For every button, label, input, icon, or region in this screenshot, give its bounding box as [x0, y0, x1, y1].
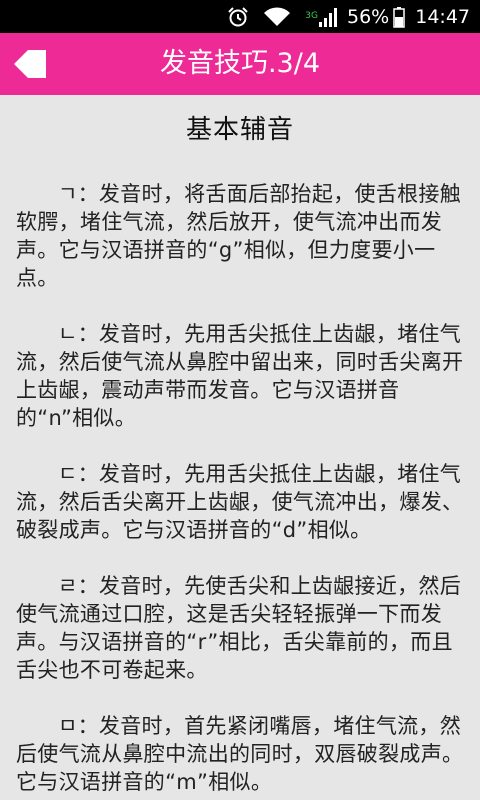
paragraph-m: ㅁ：发音时，首先紧闭嘴唇，堵住气流，然后使气流从鼻腔中流出的同时，双唇破裂成声。… — [16, 714, 464, 794]
paragraph-d: ㄷ：发音时，先用舌尖抵住上齿龈，堵住气流，然后舌尖离开上齿龈，使气流冲出，爆发、… — [16, 462, 464, 542]
screen-title: 发音技巧.3/4 — [159, 48, 321, 79]
alarm-icon — [227, 6, 249, 28]
clock: 14:47 — [415, 5, 470, 28]
content-heading: 基本辅音 — [185, 115, 294, 145]
paragraph-g: ㄱ：发音时，将舌面后部抬起，使舌根接触软腭，堵住气流，然后放开，使气流冲出而发声… — [16, 182, 462, 290]
status-bar: 3G 56% 14:47 — [0, 0, 480, 33]
battery-icon — [393, 6, 405, 28]
paragraph-n: ㄴ：发音时，先用舌尖抵住上齿龈，堵住气流，然后使气流从鼻腔中留出来，同时舌尖离开… — [16, 322, 464, 430]
paragraph-r: ㄹ：发音时，先使舌尖和上齿龈接近，然后使气流通过口腔，这是舌尖轻轻振弹一下而发声… — [16, 574, 462, 682]
content-scroll-area[interactable]: 基本辅音 ㄱ：发音时，将舌面后部抬起，使舌根接触软腭，堵住气流，然后放开，使气流… — [0, 95, 480, 800]
battery-percent: 56% — [347, 5, 390, 28]
network-type-label: 3G — [305, 10, 318, 21]
signal-icon: 3G — [305, 6, 339, 28]
wifi-icon — [263, 6, 291, 28]
action-bar: 发音技巧.3/4 — [0, 33, 480, 95]
